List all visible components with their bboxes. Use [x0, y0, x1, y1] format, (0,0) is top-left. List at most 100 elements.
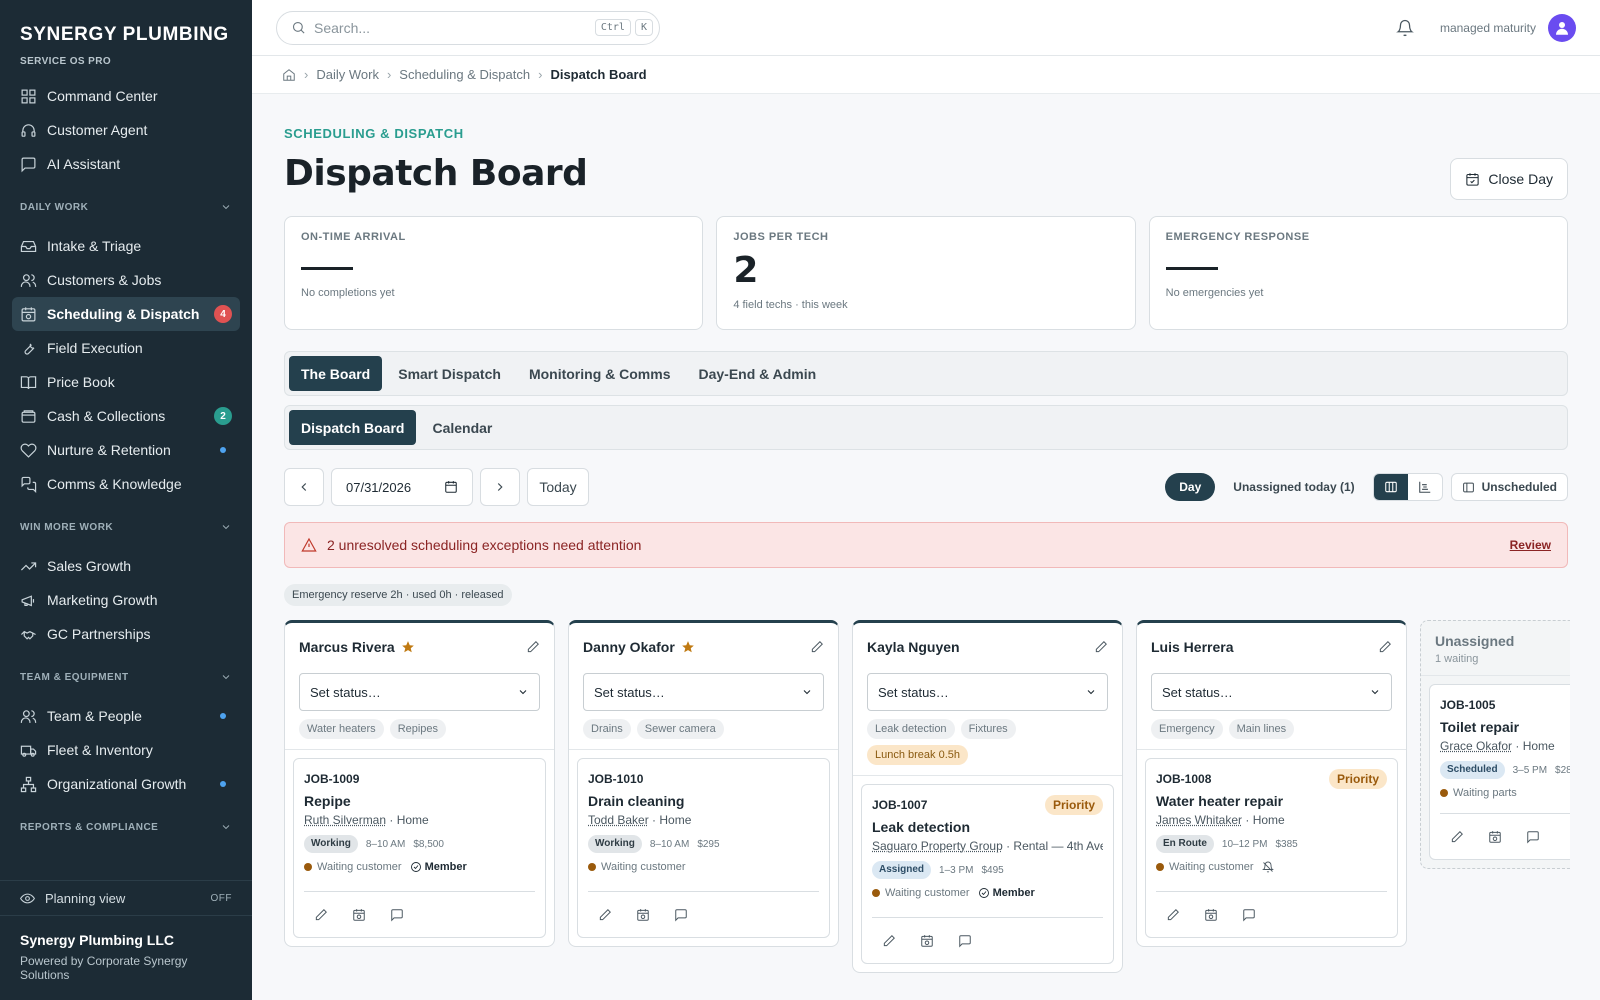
tab-calendar[interactable]: Calendar	[420, 410, 504, 445]
star-icon	[681, 641, 694, 653]
count-badge: 2	[214, 407, 232, 425]
sidebar-item-comms-knowledge[interactable]: Comms & Knowledge	[12, 467, 240, 501]
job-meta: En Route 10–12 PM $385	[1156, 835, 1387, 853]
pencil-icon[interactable]	[526, 640, 540, 654]
sidebar-item-cash-collections[interactable]: Cash & Collections 2	[12, 399, 240, 433]
avatar[interactable]	[1548, 13, 1576, 42]
sidebar-item-gc-partnerships[interactable]: GC Partnerships	[12, 617, 240, 651]
sidebar-item-intake-triage[interactable]: Intake & Triage	[12, 229, 240, 263]
user-name[interactable]: managed maturity	[1440, 21, 1536, 35]
job-card[interactable]: JOB-1007 Priority Leak detection Saguaro…	[861, 784, 1114, 964]
status-select[interactable]: Set status…	[1151, 673, 1392, 711]
status-select[interactable]: Set status…	[299, 673, 540, 711]
tech-name[interactable]: Marcus Rivera	[299, 639, 395, 655]
pencil-icon[interactable]	[314, 908, 328, 922]
pencil-icon[interactable]	[1094, 640, 1108, 654]
customer-link[interactable]: Grace Okafor	[1440, 739, 1512, 753]
status-select[interactable]: Set status…	[583, 673, 824, 711]
sidebar-item-price-book[interactable]: Price Book	[12, 365, 240, 399]
sidebar-item-customers-jobs[interactable]: Customers & Jobs	[12, 263, 240, 297]
job-title: Leak detection	[872, 819, 971, 835]
tech-name[interactable]: Kayla Nguyen	[867, 639, 960, 655]
job-title: Repipe	[304, 793, 351, 809]
pencil-icon[interactable]	[1378, 640, 1392, 654]
tab-the-board[interactable]: The Board	[289, 356, 383, 391]
section-reports-compliance[interactable]: REPORTS & COMPLIANCE	[12, 815, 240, 839]
reschedule-icon[interactable]	[352, 908, 366, 922]
reschedule-icon[interactable]	[1204, 908, 1218, 922]
review-link[interactable]: Review	[1510, 538, 1551, 552]
kpi-empty-value	[1165, 267, 1218, 270]
breadcrumb-daily-work[interactable]: Daily Work	[316, 67, 379, 82]
message-icon[interactable]	[1526, 830, 1540, 844]
columns-view-button[interactable]	[1373, 474, 1408, 500]
tab-day-end-admin[interactable]: Day-End & Admin	[686, 356, 828, 391]
customer-link[interactable]: James Whitaker	[1156, 813, 1242, 827]
customer-link[interactable]: Todd Baker	[588, 813, 649, 827]
time-window: 1–3 PM	[939, 864, 974, 876]
pencil-icon[interactable]	[810, 640, 824, 654]
reschedule-icon[interactable]	[1488, 830, 1502, 844]
tech-name[interactable]: Luis Herrera	[1151, 639, 1233, 655]
tab-monitoring-comms[interactable]: Monitoring & Comms	[517, 356, 683, 391]
waiting-text: Waiting customer	[1169, 861, 1254, 873]
tab-dispatch-board[interactable]: Dispatch Board	[289, 410, 417, 445]
breadcrumb-separator: ›	[538, 67, 543, 82]
sidebar-item-ai-assistant[interactable]: AI Assistant	[12, 147, 240, 181]
calendar-icon[interactable]	[444, 480, 458, 494]
sidebar-item-marketing-growth[interactable]: Marketing Growth	[12, 583, 240, 617]
bell-off-icon[interactable]	[1261, 861, 1274, 873]
customer-link[interactable]: Ruth Silverman	[304, 813, 386, 827]
pencil-icon[interactable]	[1450, 830, 1464, 844]
job-card[interactable]: JOB-1009 Repipe Ruth Silverman · Home Wo…	[293, 758, 546, 938]
sidebar-item-organizational-growth[interactable]: Organizational Growth	[12, 767, 240, 801]
sidebar-item-fleet-inventory[interactable]: Fleet & Inventory	[12, 733, 240, 767]
job-customer: Todd Baker · Home	[588, 813, 692, 827]
planning-view-toggle[interactable]: Planning view OFF	[0, 880, 252, 916]
megaphone-icon	[21, 594, 35, 606]
reschedule-icon[interactable]	[636, 908, 650, 922]
message-icon[interactable]	[674, 908, 688, 922]
sidebar-item-sales-growth[interactable]: Sales Growth	[12, 549, 240, 583]
emergency-reserve-badge: Emergency reserve 2h · used 0h · release…	[284, 584, 512, 606]
sidebar-item-customer-agent[interactable]: Customer Agent	[12, 113, 240, 147]
section-team-equipment[interactable]: TEAM & EQUIPMENT	[12, 665, 240, 689]
today-button[interactable]: Today	[527, 468, 589, 506]
search-input[interactable]: Search... Ctrl K	[276, 10, 660, 45]
columns-icon	[1384, 481, 1397, 493]
sidebar-item-field-execution[interactable]: Field Execution	[12, 331, 240, 365]
sidebar-item-nurture-retention[interactable]: Nurture & Retention	[12, 433, 240, 467]
unscheduled-button[interactable]: Unscheduled	[1450, 473, 1568, 501]
timeline-view-button[interactable]	[1408, 474, 1442, 500]
reschedule-icon[interactable]	[920, 934, 934, 948]
message-icon[interactable]	[390, 908, 404, 922]
customer-link[interactable]: Saguaro Property Group	[872, 839, 1003, 853]
pencil-icon[interactable]	[598, 908, 612, 922]
message-icon[interactable]	[958, 934, 972, 948]
unassigned-today-filter[interactable]: Unassigned today (1)	[1221, 473, 1366, 501]
section-daily-work[interactable]: DAILY WORK	[12, 195, 240, 219]
pencil-icon[interactable]	[1166, 908, 1180, 922]
sidebar-item-scheduling-dispatch[interactable]: Scheduling & Dispatch 4	[12, 297, 240, 331]
prev-day-button[interactable]	[284, 468, 324, 506]
status-select[interactable]: Set status…	[867, 673, 1108, 711]
job-card[interactable]: JOB-1005 Toilet repair Grace Okafor · Ho…	[1429, 684, 1570, 860]
sidebar-item-command-center[interactable]: Command Center	[12, 79, 240, 113]
sidebar-item-team-people[interactable]: Team & People	[12, 699, 240, 733]
tech-name[interactable]: Danny Okafor	[583, 639, 675, 655]
job-card[interactable]: JOB-1010 Drain cleaning Todd Baker · Hom…	[577, 758, 830, 938]
day-view-button[interactable]: Day	[1165, 473, 1216, 501]
section-win-more-work[interactable]: WIN MORE WORK	[12, 515, 240, 539]
lane-header: Marcus Rivera Set status… Water heaters …	[285, 623, 554, 750]
bell-icon[interactable]	[1396, 19, 1414, 37]
date-input[interactable]: 07/31/2026	[331, 468, 473, 506]
job-card[interactable]: JOB-1008 Priority Water heater repair Ja…	[1145, 758, 1398, 938]
message-icon[interactable]	[1242, 908, 1256, 922]
next-day-button[interactable]	[480, 468, 520, 506]
close-day-label: Close Day	[1488, 171, 1553, 187]
home-icon[interactable]	[282, 68, 296, 82]
pencil-icon[interactable]	[882, 934, 896, 948]
breadcrumb-scheduling-dispatch[interactable]: Scheduling & Dispatch	[399, 67, 530, 82]
close-day-button[interactable]: Close Day	[1450, 158, 1568, 200]
tab-smart-dispatch[interactable]: Smart Dispatch	[386, 356, 513, 391]
